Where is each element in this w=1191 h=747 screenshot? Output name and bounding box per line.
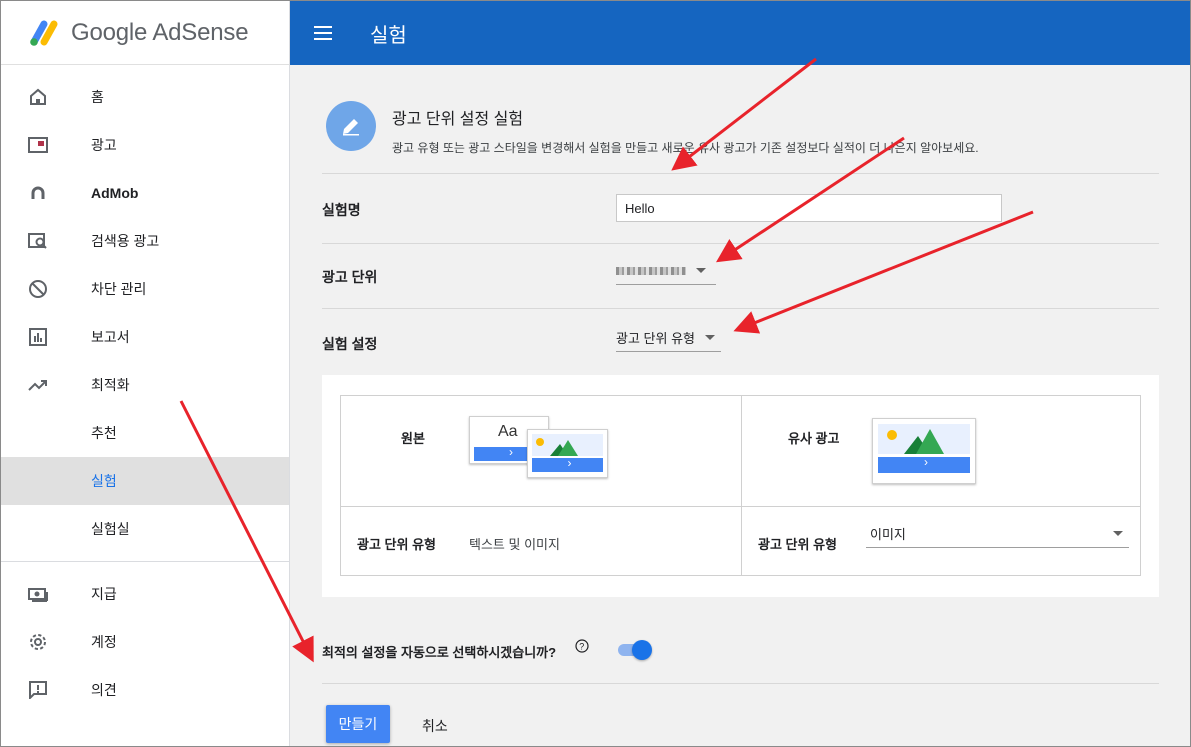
sidebar-item-label: 보고서	[91, 329, 130, 345]
sidebar-nav: 홈 광고 AdMob 검색용 광고 차단 관리 보고서 최적화 추천 실험 실험…	[1, 73, 289, 714]
sidebar-item-home[interactable]: 홈	[1, 73, 289, 121]
sidebar-item-block[interactable]: 차단 관리	[1, 265, 289, 313]
sidebar-item-label: 계정	[91, 634, 117, 650]
sidebar-item-feedback[interactable]: 의견	[1, 666, 289, 714]
variant-column: 유사 광고 광고 단위 유형 이미지	[741, 396, 1141, 575]
window-frame: Google AdSense 홈 광고 AdMob 검색용 광고 차단 관리 보…	[0, 0, 1191, 747]
brand-name: Google AdSense	[71, 18, 249, 46]
sidebar-divider	[1, 561, 289, 562]
sidebar-item-label: 최적화	[91, 377, 130, 393]
image-ad-thumbnail	[527, 429, 608, 478]
search-ads-icon	[27, 230, 49, 252]
sidebar-item-labs[interactable]: 실험실	[1, 505, 289, 553]
original-column: 원본 Aa 광고 단위	[341, 396, 741, 575]
experiment-setting-row: 실험 설정 광고 단위 유형	[322, 308, 1159, 375]
sidebar-item-ads[interactable]: 광고	[1, 121, 289, 169]
payments-icon	[27, 583, 49, 605]
brand[interactable]: Google AdSense	[1, 1, 289, 65]
variant-type-label: 광고 단위 유형	[758, 537, 837, 552]
original-type-label: 광고 단위 유형	[357, 537, 436, 552]
comparison-grid: 원본 Aa 광고 단위	[340, 395, 1141, 576]
menu-icon[interactable]	[314, 25, 334, 41]
image-ad-thumbnail	[872, 418, 976, 484]
sidebar-item-reports[interactable]: 보고서	[1, 313, 289, 361]
reports-icon	[27, 326, 49, 348]
experiment-name-label: 실험명	[322, 202, 361, 218]
sidebar-item-label: 실험실	[91, 521, 130, 537]
ads-icon	[27, 134, 49, 156]
thumb-text: Aa	[498, 423, 518, 440]
sidebar-item-payments[interactable]: 지급	[1, 570, 289, 618]
home-icon	[27, 86, 49, 108]
ad-unit-label: 광고 단위	[322, 269, 378, 285]
gear-icon	[27, 631, 49, 653]
experiment-setting-label: 실험 설정	[322, 336, 378, 352]
ad-unit-row: 광고 단위	[322, 243, 1159, 308]
block-icon	[27, 278, 49, 300]
sidebar: Google AdSense 홈 광고 AdMob 검색용 광고 차단 관리 보…	[1, 1, 290, 746]
auto-select-question: 최적의 설정을 자동으로 선택하시겠습니까?	[322, 645, 557, 660]
sidebar-item-account[interactable]: 계정	[1, 618, 289, 666]
ad-unit-dropdown[interactable]	[616, 257, 716, 285]
comparison-panel: 원본 Aa 광고 단위	[322, 375, 1159, 597]
svg-text:?: ?	[579, 642, 584, 652]
admob-icon	[27, 182, 49, 204]
intro: 광고 단위 설정 실험 광고 유형 또는 광고 스타일을 변경해서 실험을 만들…	[326, 101, 979, 156]
intro-description: 광고 유형 또는 광고 스타일을 변경해서 실험을 만들고 새로운 유사 광고가…	[392, 141, 979, 155]
experiment-setting-value: 광고 단위 유형	[616, 331, 695, 346]
sidebar-item-admob[interactable]: AdMob	[1, 169, 289, 217]
experiment-form: 광고 단위 설정 실험 광고 유형 또는 광고 스타일을 변경해서 실험을 만들…	[322, 87, 1159, 746]
help-icon[interactable]: ?	[575, 639, 589, 658]
original-title: 원본	[401, 431, 425, 446]
sidebar-item-label: 추천	[91, 425, 117, 441]
sidebar-item-recommendations[interactable]: 추천	[1, 409, 289, 457]
main-content: 광고 단위 설정 실험 광고 유형 또는 광고 스타일을 변경해서 실험을 만들…	[290, 65, 1190, 746]
cancel-button[interactable]: 취소	[422, 716, 448, 736]
sidebar-item-label: 광고	[91, 137, 117, 153]
original-type-value: 텍스트 및 이미지	[469, 537, 560, 552]
sidebar-item-label: 의견	[91, 682, 117, 698]
page-title: 실험	[370, 24, 407, 47]
chevron-down-icon	[1113, 531, 1123, 536]
form-actions: 만들기 취소	[322, 683, 1159, 746]
sidebar-item-experiments[interactable]: 실험	[1, 457, 289, 505]
sidebar-item-label: 차단 관리	[91, 281, 147, 297]
variant-title: 유사 광고	[788, 431, 840, 446]
chevron-down-icon	[696, 268, 706, 273]
sidebar-item-search-ads[interactable]: 검색용 광고	[1, 217, 289, 265]
sidebar-item-label: 홈	[91, 89, 104, 105]
trending-up-icon	[27, 374, 49, 396]
adsense-logo-icon	[27, 18, 63, 48]
intro-title: 광고 단위 설정 실험	[392, 111, 524, 128]
sidebar-item-label: 검색용 광고	[91, 233, 160, 249]
sidebar-item-label: 지급	[91, 586, 117, 602]
chevron-down-icon	[704, 335, 715, 340]
sidebar-item-label: 실험	[91, 473, 117, 489]
experiment-name-input[interactable]	[616, 194, 1002, 222]
auto-select-row: 최적의 설정을 자동으로 선택하시겠습니까? ?	[322, 622, 1159, 682]
experiment-name-row: 실험명	[322, 173, 1159, 243]
sidebar-item-optimization[interactable]: 최적화	[1, 361, 289, 409]
variant-type-value: 이미지	[870, 527, 906, 542]
variant-type-dropdown[interactable]: 이미지	[866, 520, 1129, 548]
sidebar-item-label: AdMob	[91, 185, 139, 201]
feedback-icon	[27, 679, 49, 701]
create-button[interactable]: 만들기	[326, 705, 390, 743]
blurred-ad-unit-value	[616, 266, 686, 275]
top-app-bar: 실험	[290, 1, 1190, 65]
experiment-setting-dropdown[interactable]: 광고 단위 유형	[616, 324, 721, 352]
edit-pencil-icon	[326, 101, 376, 151]
auto-select-toggle[interactable]	[616, 639, 652, 661]
